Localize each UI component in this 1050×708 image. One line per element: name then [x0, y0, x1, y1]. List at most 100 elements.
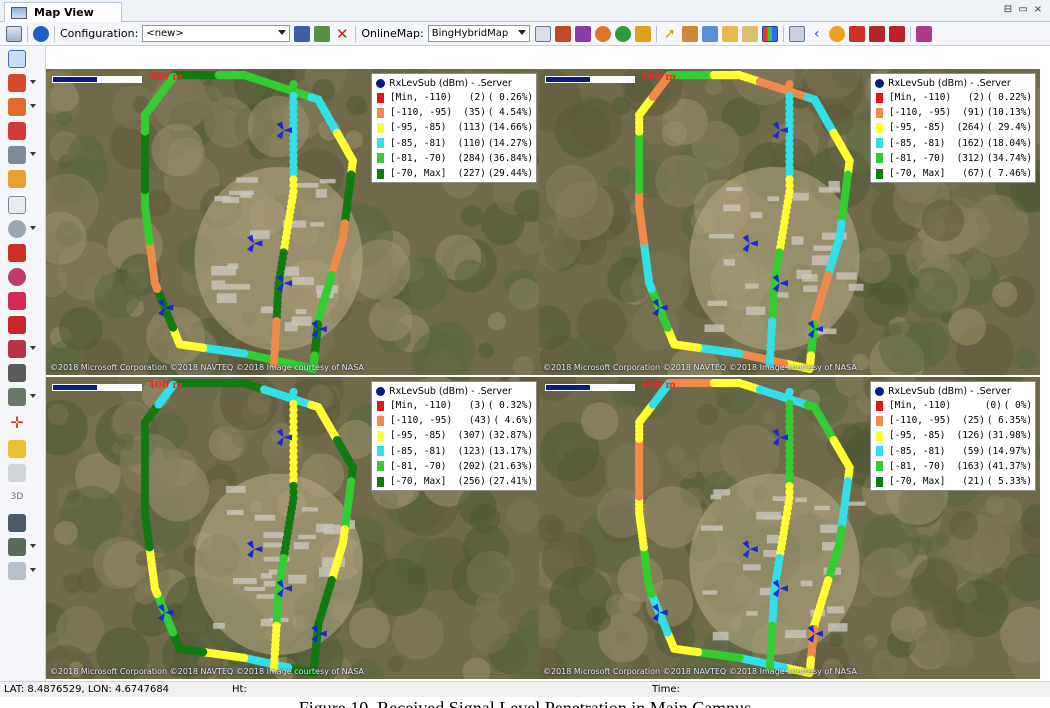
frame-tool-icon[interactable]: [8, 196, 26, 214]
measure-icon[interactable]: [741, 25, 758, 42]
link-icon[interactable]: [574, 25, 591, 42]
legend-count: (264): [956, 122, 985, 134]
coverage-tool-icon[interactable]: [8, 364, 26, 382]
drive-test-icon[interactable]: [8, 244, 26, 262]
scale-bar: [545, 76, 635, 83]
pointer-icon[interactable]: ➚: [662, 26, 678, 42]
pin-tool-icon[interactable]: [8, 562, 36, 580]
float-window-icon[interactable]: ⊟: [1002, 4, 1014, 16]
legend-title-dot: [875, 386, 884, 396]
eraser-icon[interactable]: [915, 25, 932, 42]
map-toolbar: Configuration: <new> ✕ OnlineMap: BingHy…: [0, 22, 1050, 46]
legend-title: RxLevSub (dBm) - .Server: [375, 76, 533, 90]
cell-tool-icon[interactable]: [8, 98, 36, 116]
refresh-icon[interactable]: [614, 25, 631, 42]
legend-range: [-70, Max]: [889, 168, 946, 180]
print-icon[interactable]: [788, 25, 805, 42]
export-config-icon[interactable]: [314, 25, 331, 42]
legend-range: [-110, -95): [390, 107, 453, 119]
map-pane-top-left[interactable]: 400 m ©2018 Microsoft Corporation ©2018 …: [46, 69, 541, 375]
tab-map-view[interactable]: Map View: [4, 2, 122, 22]
home-icon[interactable]: [681, 25, 698, 42]
analysis-tool-icon[interactable]: [8, 388, 36, 406]
toolbar-separator: [782, 25, 784, 42]
edit-tool-icon[interactable]: [8, 538, 36, 556]
legend-row: [-70, Max] (21)( 5.33%): [874, 474, 1032, 489]
legend-percent: ( 4.6%): [493, 415, 533, 427]
legend-count: (126): [956, 430, 985, 442]
chart-tool-icon[interactable]: [8, 146, 36, 164]
legend-row: [Min, -110) (2)( 0.26%): [375, 90, 533, 105]
legend-row: [-81, -70) (284) (36.84%): [375, 151, 533, 166]
legend-swatch: [377, 415, 384, 426]
handover-tool-icon[interactable]: [8, 316, 26, 334]
legend-percent: (18.04%): [986, 137, 1032, 149]
back-icon[interactable]: ‹: [809, 26, 825, 42]
info-icon[interactable]: [33, 25, 49, 42]
delete-config-icon[interactable]: ✕: [334, 26, 350, 42]
select-tool-icon[interactable]: [8, 50, 26, 68]
map-pane-bottom-left[interactable]: 400 m ©2018 Microsoft Corporation ©2018 …: [46, 377, 541, 679]
map-settings-icon[interactable]: [534, 25, 551, 42]
legend-range: [-110, -95): [390, 415, 453, 427]
legend-range: [-70, Max]: [889, 476, 946, 488]
toolbox-icon[interactable]: [888, 25, 905, 42]
legend-range: [Min, -110): [889, 400, 952, 412]
site-tool-icon[interactable]: [8, 74, 36, 92]
target-icon[interactable]: [828, 25, 845, 42]
legend-row: [-81, -70) (163) (41.37%): [874, 459, 1032, 474]
legend-percent: (29.44%): [487, 168, 533, 180]
3d-view-icon[interactable]: 3D: [8, 488, 26, 506]
legend-swatch: [876, 461, 883, 472]
chevron-down-icon: [30, 152, 36, 156]
map-legend: RxLevSub (dBm) - .Server [Min, -110) (2)( …: [870, 73, 1036, 183]
pie-tool-icon[interactable]: [8, 268, 26, 286]
maximize-window-icon[interactable]: ▭: [1017, 4, 1029, 16]
grid-tool-icon[interactable]: [8, 464, 26, 482]
scale-bar-label: 400 m: [148, 72, 183, 83]
ring-tool-icon[interactable]: [8, 220, 36, 238]
globe-icon[interactable]: [594, 25, 611, 42]
legend-toggle-icon[interactable]: [761, 25, 778, 42]
event-tool-icon[interactable]: [8, 292, 26, 310]
legend-row: [Min, -110) (3)( 0.32%): [375, 398, 533, 413]
zoom-icon[interactable]: [701, 25, 718, 42]
online-map-select[interactable]: BingHybridMap: [427, 25, 530, 42]
filter-tool-icon[interactable]: [8, 170, 26, 188]
grid-layout-icon[interactable]: [6, 25, 22, 42]
legend-row: [-95, -85) (113) (14.66%): [375, 120, 533, 135]
layers-icon[interactable]: [554, 25, 571, 42]
antenna-icon[interactable]: [868, 25, 885, 42]
chevron-down-icon: [30, 568, 36, 572]
legend-range: [Min, -110): [390, 400, 453, 412]
interference-tool-icon[interactable]: [8, 340, 36, 358]
neighbor-tool-icon[interactable]: [8, 122, 26, 140]
route-icon[interactable]: [848, 25, 865, 42]
close-window-icon[interactable]: ×: [1032, 4, 1044, 16]
crosshair-icon[interactable]: ✛: [8, 414, 26, 432]
ruler-icon[interactable]: [8, 440, 26, 458]
configuration-select[interactable]: <new>: [142, 25, 291, 42]
legend-range: [Min, -110): [390, 92, 453, 104]
legend-count: (227): [457, 168, 486, 180]
map-pane-top-right[interactable]: 400 m ©2018 Microsoft Corporation ©2018 …: [539, 69, 1040, 375]
configuration-select-value: <new>: [146, 28, 184, 39]
legend-range: [-81, -70): [390, 460, 447, 472]
legend-count: (21): [962, 476, 985, 488]
map-view-icon: [11, 6, 27, 19]
legend-count: (2): [967, 92, 985, 104]
theme-icon[interactable]: [634, 25, 651, 42]
fit-view-icon[interactable]: [8, 514, 26, 532]
legend-percent: ( 4.54%): [487, 107, 533, 119]
legend-swatch: [377, 446, 384, 457]
legend-swatch: [377, 153, 384, 164]
map-copyright: ©2018 Microsoft Corporation ©2018 NAVTEQ…: [543, 667, 857, 676]
legend-count: (43): [468, 415, 492, 427]
save-config-icon[interactable]: [294, 25, 311, 42]
legend-swatch: [876, 138, 883, 149]
chevron-down-icon: [30, 226, 36, 230]
scale-bar-label: 400 m: [641, 380, 676, 391]
legend-swatch: [377, 122, 384, 133]
map-pane-bottom-right[interactable]: 400 m ©2018 Microsoft Corporation ©2018 …: [539, 377, 1040, 679]
pan-hand-icon[interactable]: [721, 25, 738, 42]
